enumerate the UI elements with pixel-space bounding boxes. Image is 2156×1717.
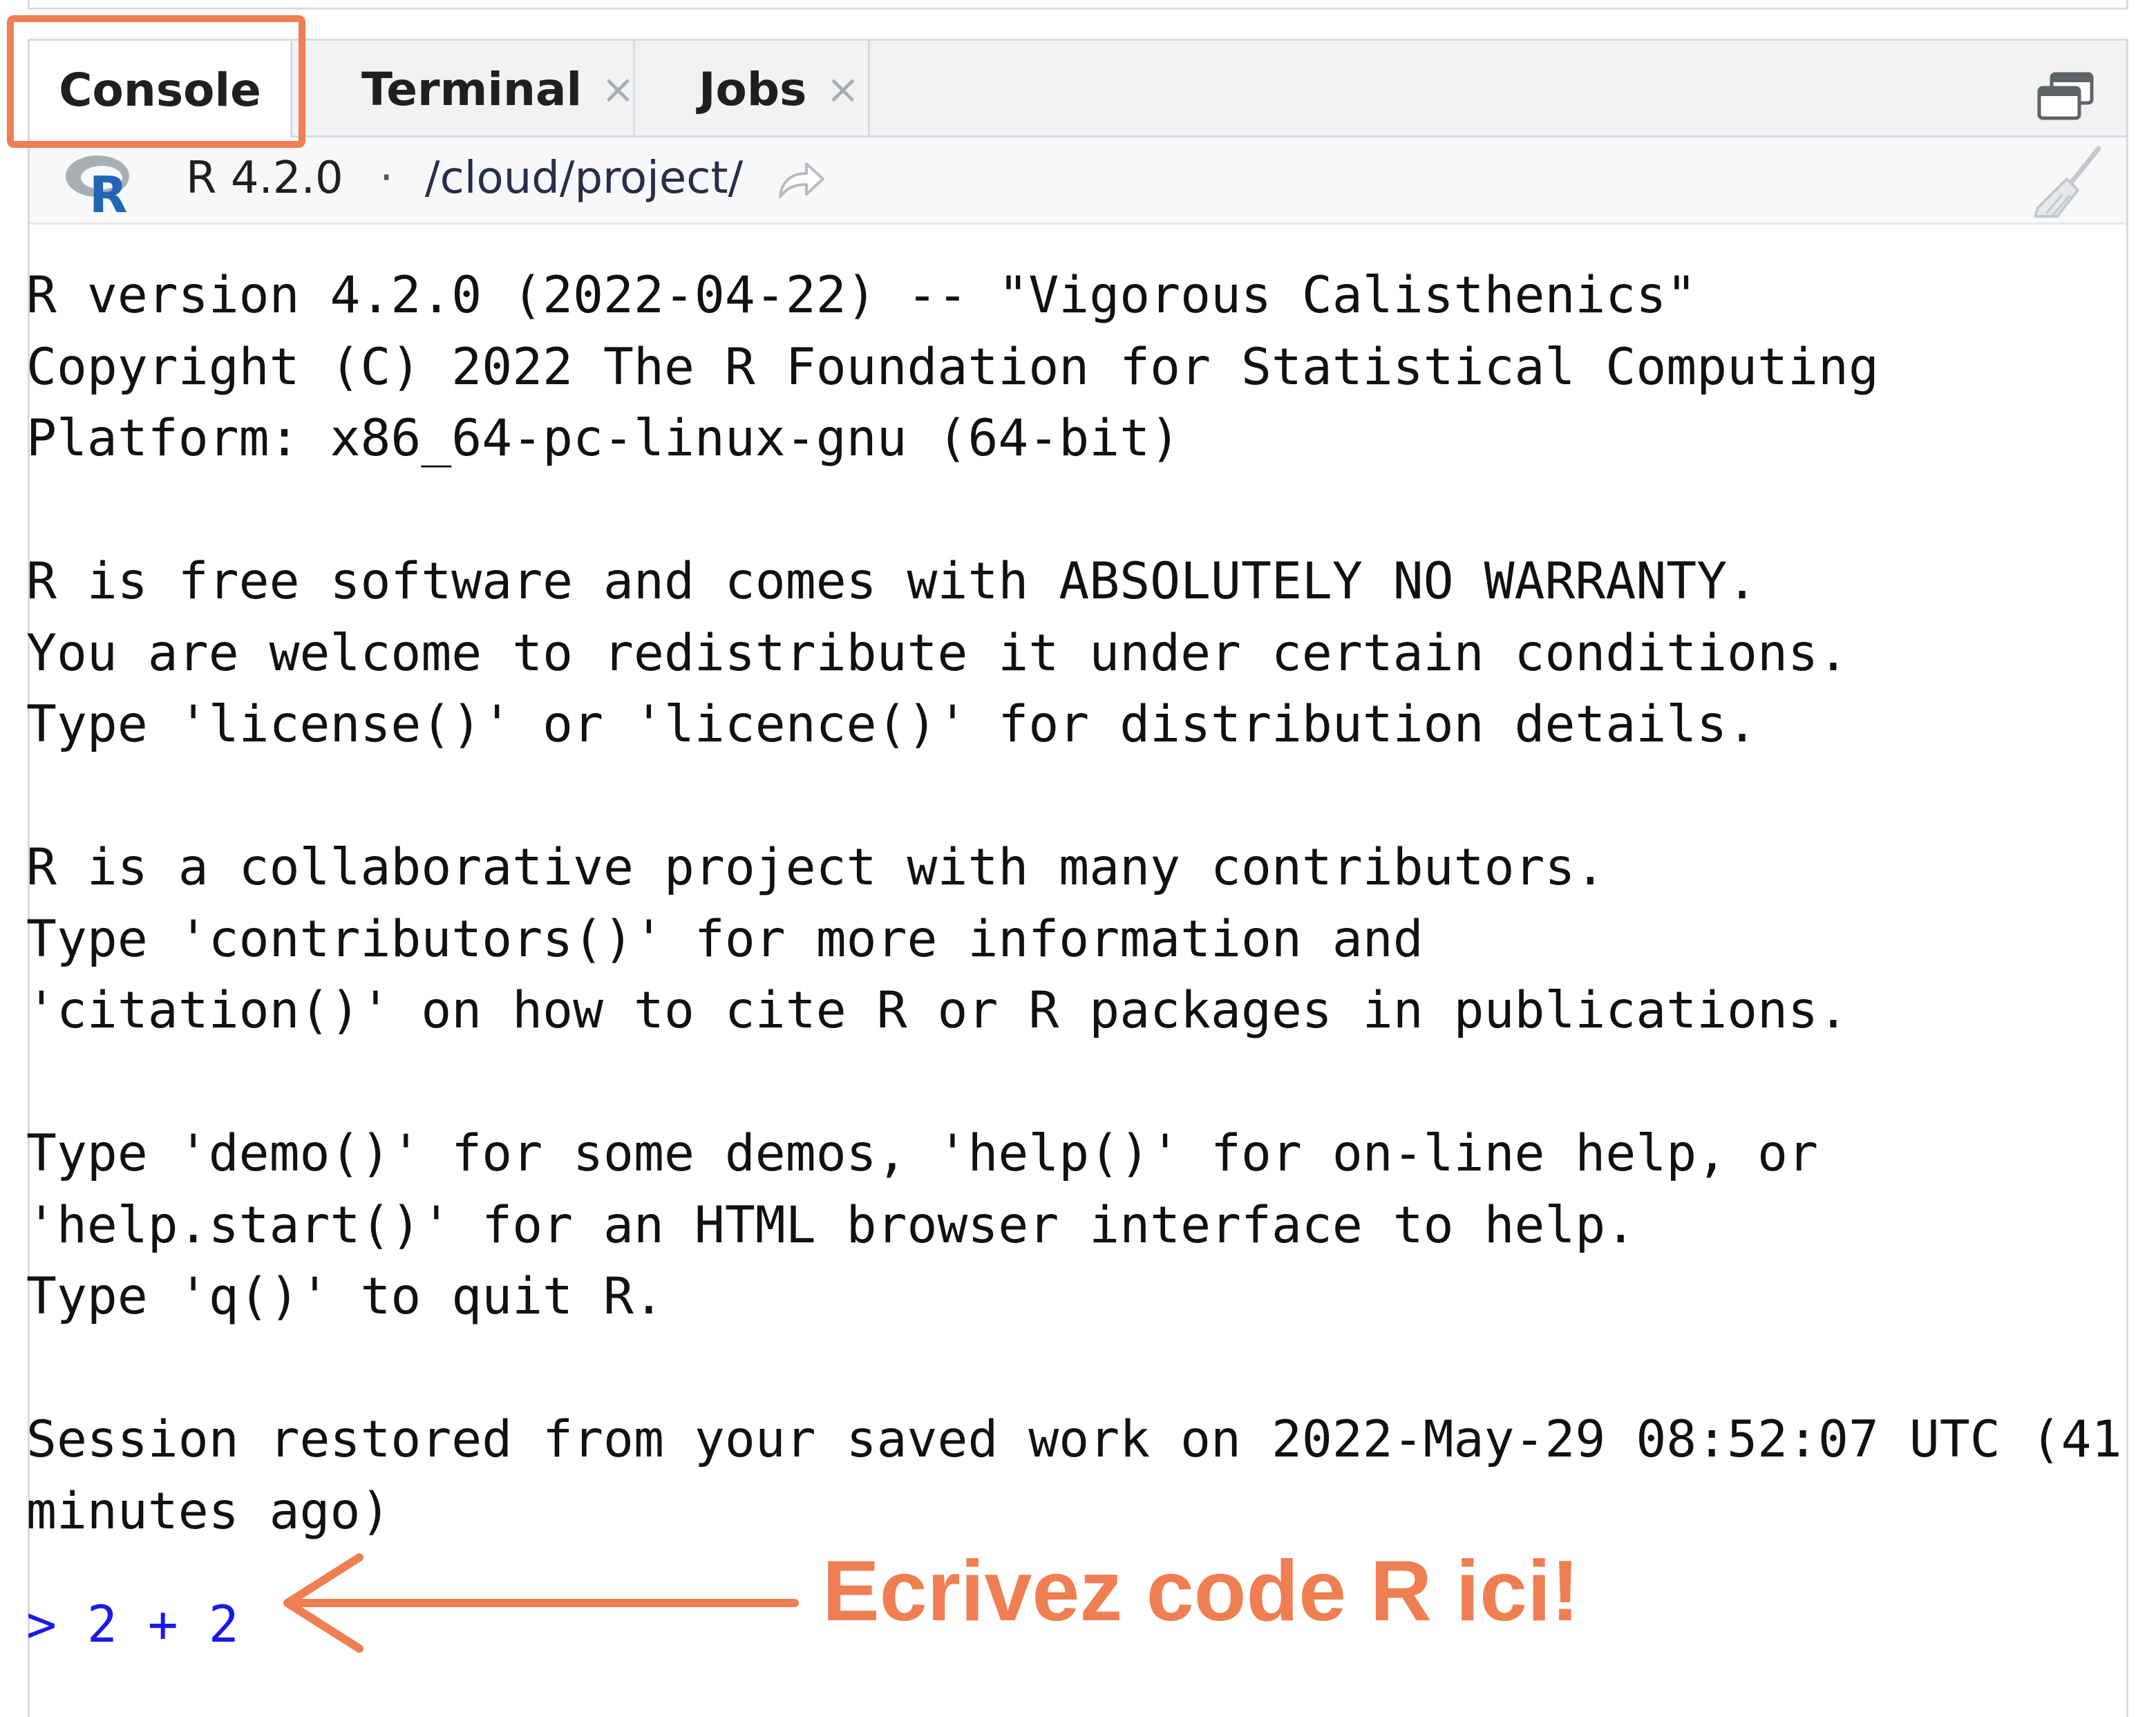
console-output-line: minutes ago) [26, 1481, 391, 1541]
tab-terminal[interactable]: Terminal × [292, 41, 635, 137]
console-output-text: R version 4.2.0 (2022-04-22) -- "Vigorou… [26, 260, 2122, 1547]
console-output-line: Session restored from your saved work on… [26, 1410, 2122, 1469]
pane-tab-bar: Console Terminal × Jobs × [30, 41, 2126, 140]
maximize-pane-icon[interactable] [2036, 71, 2094, 121]
close-icon[interactable]: × [601, 66, 635, 113]
console-tab-highlight-box [7, 15, 305, 148]
console-prompt-input[interactable]: > 2 + 2 [26, 1589, 239, 1661]
working-directory-path[interactable]: /cloud/project/ [425, 153, 743, 204]
tab-jobs-label: Jobs [699, 62, 807, 116]
console-output-line: Type 'contributors()' for more informati… [26, 909, 1424, 969]
console-output-line: 'citation()' on how to cite R or R packa… [26, 981, 1848, 1040]
console-output-line: R is a collaborative project with many c… [26, 838, 1606, 897]
r-logo-icon: R [66, 155, 129, 218]
console-output-line: Copyright (C) 2022 The R Foundation for … [26, 337, 1879, 397]
close-icon[interactable]: × [826, 66, 860, 113]
annotation-arrow-icon [283, 1553, 799, 1653]
upper-pane-border [28, 0, 2128, 10]
svg-text:R: R [89, 166, 127, 218]
console-output-line: R is free software and comes with ABSOLU… [26, 552, 1758, 611]
console-output-line: Type 'license()' or 'licence()' for dist… [26, 695, 1758, 754]
tab-jobs[interactable]: Jobs × [635, 41, 870, 137]
console-output-line: Type 'q()' to quit R. [26, 1267, 664, 1326]
separator: · [379, 153, 394, 204]
console-output-line: Platform: x86_64-pc-linux-gnu (64-bit) [26, 409, 1181, 468]
broom-clear-console-icon[interactable] [2030, 144, 2106, 220]
go-to-directory-icon[interactable] [775, 157, 827, 205]
console-output-line: Type 'demo()' for some demos, 'help()' f… [26, 1124, 1819, 1183]
console-output-line: You are welcome to redistribute it under… [26, 623, 1848, 683]
rstudio-console-pane-screenshot: Console Terminal × Jobs × R R 4.2.0 · /c… [0, 0, 2156, 1717]
annotation-label: Ecrivez code R ici! [822, 1544, 1580, 1639]
r-version-label: R 4.2.0 [186, 153, 343, 204]
tab-terminal-label: Terminal [361, 62, 583, 116]
console-output-line: R version 4.2.0 (2022-04-22) -- "Vigorou… [26, 266, 1697, 325]
console-output-line: 'help.start()' for an HTML browser inter… [26, 1195, 1636, 1255]
console-info-bar: R R 4.2.0 · /cloud/project/ [30, 137, 2126, 225]
